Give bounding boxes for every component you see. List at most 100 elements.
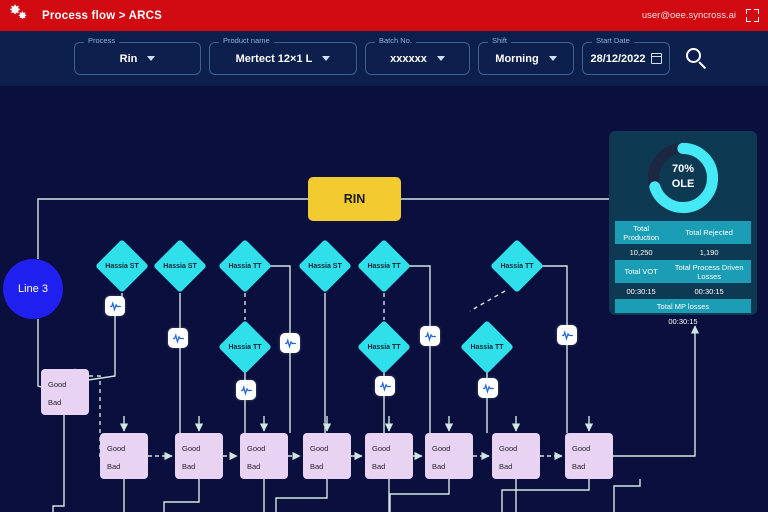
diamond-node-row1-2[interactable]: Hassia TT [218, 239, 272, 293]
settings-gear-icon[interactable] [6, 4, 40, 28]
chevron-down-icon [436, 56, 445, 61]
diamond-node-label: Hassia TT [500, 262, 534, 270]
metric-header-total-production: Total Production [615, 221, 668, 244]
goodbad-node-5[interactable]: Good Bad [365, 433, 413, 479]
metric-header-total-process-driven-losses: Total Process Driven Losses [667, 260, 751, 283]
diamond-node-label: Hassia TT [470, 343, 504, 351]
bad-label: Bad [499, 462, 513, 471]
filter-shift[interactable]: Shift Morning [478, 36, 574, 75]
metric-value-total-process-driven-losses: 00:30:15 [694, 286, 724, 296]
metric-value-total-vot: 00:30:15 [626, 286, 656, 296]
goodbad-node-8[interactable]: Good Bad [565, 433, 613, 479]
bad-label: Bad [310, 462, 324, 471]
diamond-node-row1-3[interactable]: Hassia ST [298, 239, 352, 293]
waveform-icon[interactable] [375, 376, 395, 396]
fullscreen-icon[interactable] [746, 9, 759, 22]
diamond-node-row1-5[interactable]: Hassia TT [490, 239, 544, 293]
filter-start-date-label: Start Date [592, 36, 634, 45]
good-label: Good [432, 444, 451, 453]
diamond-node-row2-0[interactable]: Hassia TT [218, 320, 272, 374]
waveform-icon[interactable] [105, 296, 125, 316]
bad-label: Bad [182, 462, 196, 471]
metric-header-total-mp-losses: Total MP losses [615, 299, 751, 313]
diamond-node-label: Hassia ST [163, 262, 197, 270]
filter-bar: Process Rin Product name Mertect 12×1 L … [0, 31, 768, 86]
search-handle [698, 60, 707, 69]
filter-shift-label: Shift [488, 36, 512, 45]
filter-start-date-value: 28/12/2022 [590, 52, 646, 65]
metric-value-total-production: 10,250 [629, 247, 653, 257]
diamond-node-row2-1[interactable]: Hassia TT [357, 320, 411, 374]
diamond-node-row1-1[interactable]: Hassia ST [153, 239, 207, 293]
diamond-node-row1-0[interactable]: Hassia ST [95, 239, 149, 293]
filter-batch-no[interactable]: Batch No. xxxxxx [365, 36, 470, 75]
good-label: Good [499, 444, 518, 453]
good-label: Good [182, 444, 201, 453]
chevron-down-icon [548, 56, 557, 61]
waveform-icon[interactable] [280, 333, 300, 353]
filter-start-date[interactable]: Start Date 28/12/2022 [582, 36, 670, 75]
waveform-icon[interactable] [478, 378, 498, 398]
diamond-node-label: Hassia ST [105, 262, 139, 270]
search-ring [686, 47, 701, 63]
line-node[interactable]: Line 3 [3, 259, 63, 319]
chevron-down-icon [322, 56, 331, 61]
metric-header-total-vot: Total VOT [615, 260, 668, 283]
goodbad-node-6[interactable]: Good Bad [425, 433, 473, 479]
waveform-icon[interactable] [168, 328, 188, 348]
bad-label: Bad [372, 462, 386, 471]
diamond-node-row2-2[interactable]: Hassia TT [460, 320, 514, 374]
goodbad-node-3[interactable]: Good Bad [240, 433, 288, 479]
process-flow-canvas: RIN Line 3 Hassia ST Hassia ST Hassia TT Ha… [0, 86, 768, 512]
goodbad-node-1[interactable]: Good Bad [100, 433, 148, 479]
diamond-node-label: Hassia TT [228, 343, 262, 351]
metric-value-total-rejected: 1,190 [699, 247, 719, 257]
metric-value-total-mp-losses: 00:30:15 [668, 316, 698, 326]
bad-label: Bad [432, 462, 446, 471]
diamond-node-label: Hassia ST [308, 262, 342, 270]
app-header: Process flow > ARCS user@oee.syncross.ai [0, 0, 768, 31]
user-email[interactable]: user@oee.syncross.ai [642, 10, 736, 21]
metric-header-total-rejected: Total Rejected [667, 221, 751, 244]
goodbad-node-2[interactable]: Good Bad [175, 433, 223, 479]
table-row: 10,250 1,190 [615, 245, 751, 259]
good-label: Good [372, 444, 391, 453]
breadcrumb[interactable]: Process flow > ARCS [42, 10, 162, 22]
table-row: 00:30:15 [615, 314, 751, 328]
diamond-node-row1-4[interactable]: Hassia TT [357, 239, 411, 293]
filter-batch-no-label: Batch No. [375, 36, 416, 45]
ole-metrics-table: Total Production Total Rejected 10,250 1… [615, 220, 751, 329]
good-label: Good [572, 444, 591, 453]
table-row: Total MP losses [615, 299, 751, 313]
goodbad-node-0[interactable]: Good Bad [41, 369, 89, 415]
filter-process[interactable]: Process Rin [74, 36, 201, 75]
good-label: Good [310, 444, 329, 453]
diamond-node-label: Hassia TT [228, 262, 262, 270]
good-label: Good [247, 444, 266, 453]
search-icon[interactable] [684, 46, 710, 72]
bad-label: Bad [107, 462, 121, 471]
filter-batch-no-value: xxxxxx [390, 52, 427, 65]
process-node-rin[interactable]: RIN [308, 177, 401, 221]
waveform-icon[interactable] [236, 380, 256, 400]
bad-label: Bad [48, 398, 62, 407]
ole-percent: 70% [671, 163, 695, 175]
calendar-icon[interactable] [650, 53, 662, 64]
filter-product-name[interactable]: Product name Mertect 12×1 L [209, 36, 357, 75]
good-label: Good [107, 444, 126, 453]
goodbad-node-4[interactable]: Good Bad [303, 433, 351, 479]
good-label: Good [48, 380, 67, 389]
header-right-group: user@oee.syncross.ai [642, 9, 768, 22]
diamond-node-label: Hassia TT [367, 262, 401, 270]
diamond-node-label: Hassia TT [367, 343, 401, 351]
filter-process-label: Process [84, 36, 120, 45]
waveform-icon[interactable] [420, 326, 440, 346]
waveform-icon[interactable] [557, 325, 577, 345]
bad-label: Bad [572, 462, 586, 471]
filter-shift-value: Morning [495, 52, 539, 65]
ole-center-text: 70% OLE [615, 162, 751, 192]
goodbad-node-7[interactable]: Good Bad [492, 433, 540, 479]
table-row: Total VOT Total Process Driven Losses [615, 260, 751, 283]
chevron-down-icon [147, 56, 156, 61]
table-row: 00:30:15 00:30:15 [615, 284, 751, 298]
